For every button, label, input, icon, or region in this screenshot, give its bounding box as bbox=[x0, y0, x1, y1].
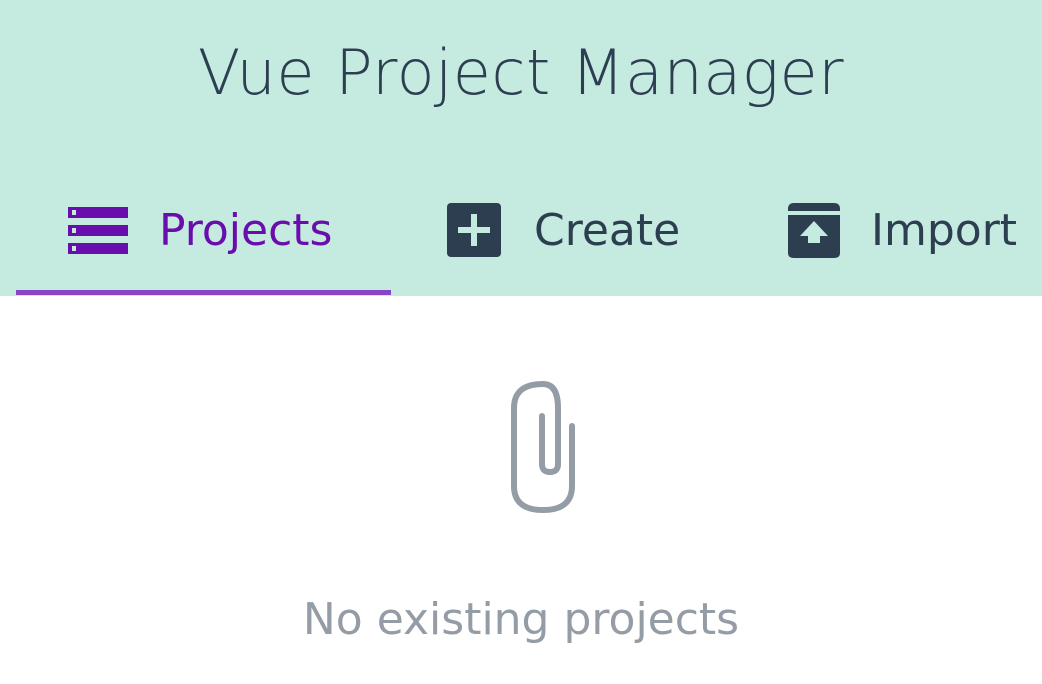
tab-projects[interactable]: Projects bbox=[16, 175, 391, 296]
unarchive-icon bbox=[788, 203, 840, 258]
tab-projects-label: Projects bbox=[159, 205, 333, 256]
app-title: Vue Project Manager bbox=[197, 36, 845, 109]
empty-state: No existing projects bbox=[0, 296, 1042, 684]
active-tab-indicator bbox=[16, 290, 391, 295]
list-icon bbox=[68, 207, 128, 254]
nav-tabs: Projects Create Import bbox=[0, 175, 1042, 296]
tab-import[interactable]: Import bbox=[768, 175, 1032, 296]
paperclip-icon bbox=[511, 380, 575, 514]
tab-create[interactable]: Create bbox=[430, 175, 700, 296]
add-box-icon bbox=[447, 203, 501, 257]
empty-state-message: No existing projects bbox=[302, 594, 740, 645]
tab-create-label: Create bbox=[534, 205, 681, 256]
app-header: Vue Project Manager Projects Create Impo… bbox=[0, 0, 1042, 296]
tab-import-label: Import bbox=[871, 205, 1018, 256]
